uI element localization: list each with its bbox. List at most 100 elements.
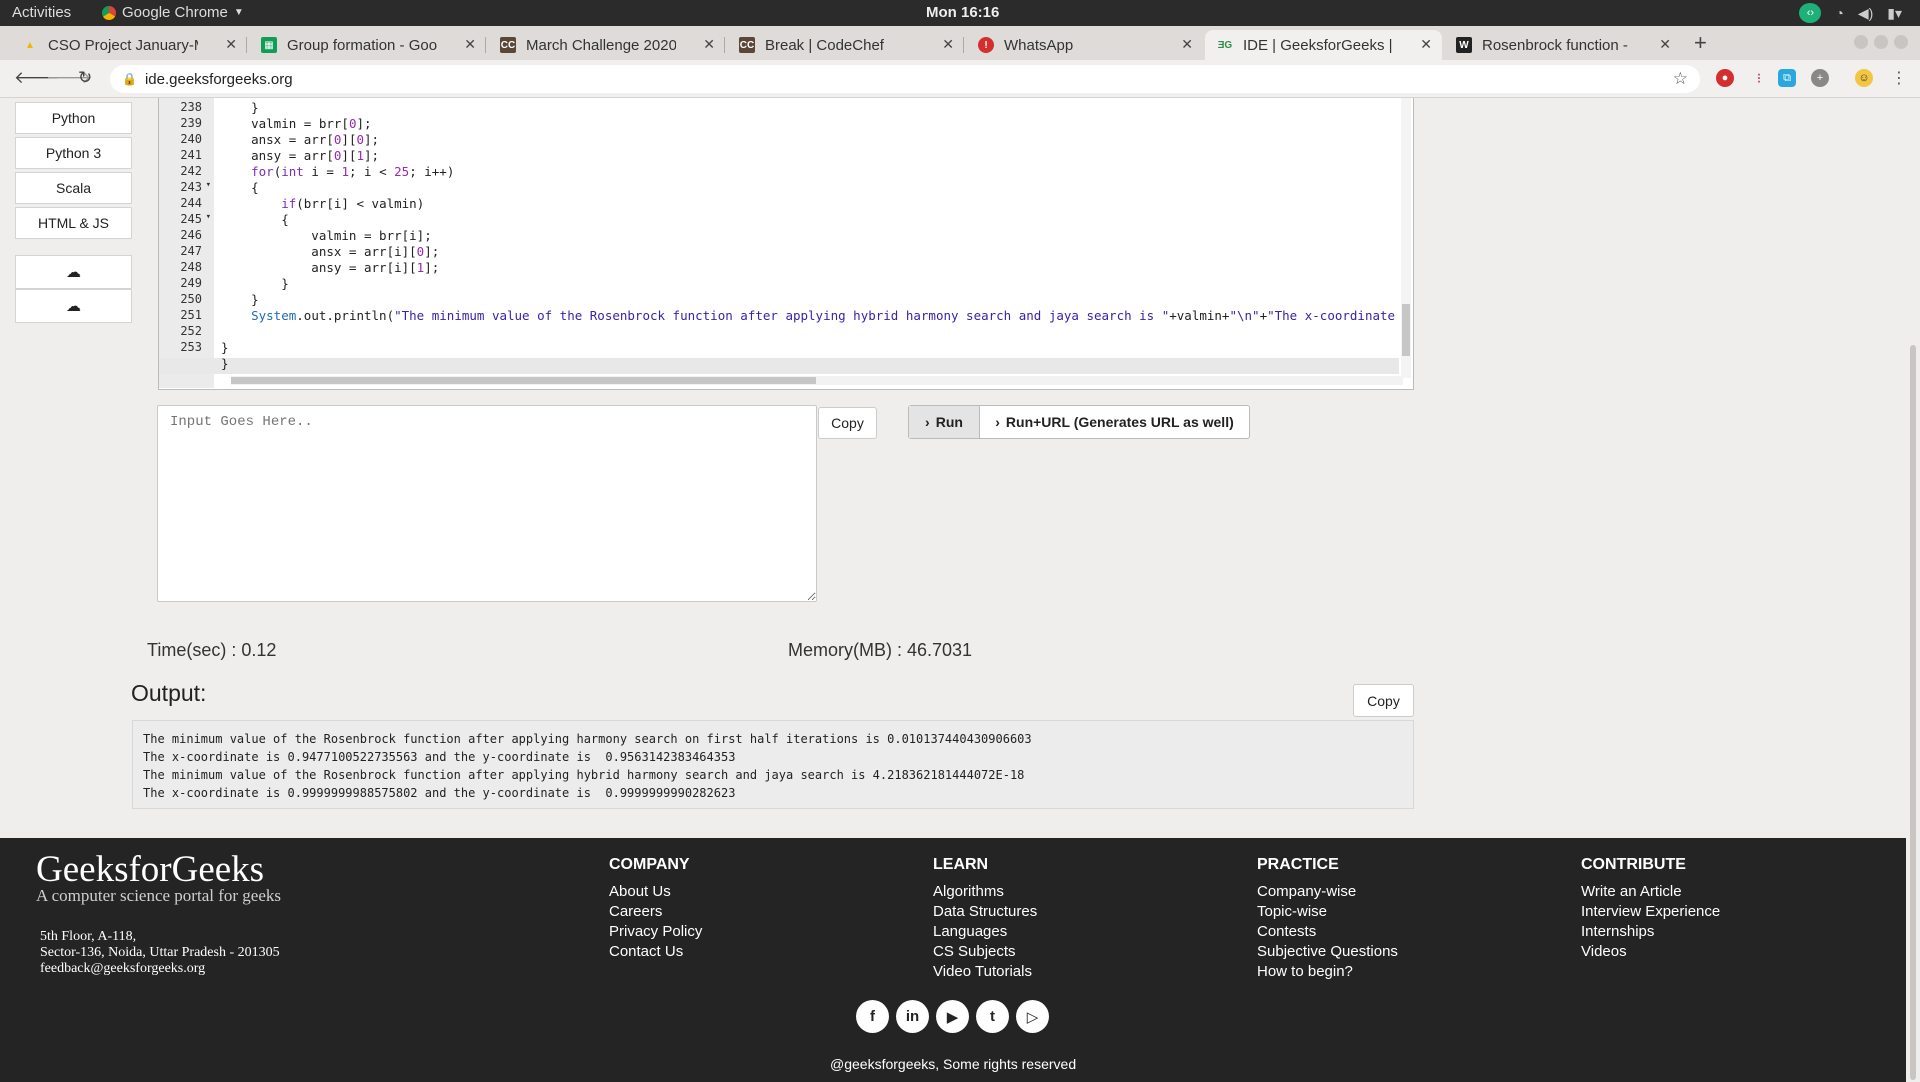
footer-link[interactable]: Interview Experience [1581,902,1720,922]
code-line[interactable]: ansx = arr[0][0]; [221,132,379,148]
footer-link[interactable]: Data Structures [933,902,1037,922]
horizontal-scrollbar[interactable] [231,376,1403,385]
tab-group-formation[interactable]: ▦ Group formation - Google Sheets ✕ [249,30,486,60]
footer-link[interactable]: Careers [609,902,702,922]
twitter-icon[interactable]: t [976,1000,1009,1033]
tab-break-codechef[interactable]: CC Break | CodeChef ✕ [727,30,964,60]
lang-python3-button[interactable]: Python 3 [15,137,132,169]
url-text[interactable]: ide.geeksforgeeks.org [145,71,293,88]
scrollbar-thumb[interactable] [1402,304,1410,356]
code-line[interactable]: } [221,340,229,356]
code-line[interactable]: valmin = brr[0]; [221,116,371,132]
youtube-icon[interactable]: ▷ [1016,1000,1049,1033]
footer-link[interactable]: Subjective Questions [1257,942,1398,962]
code-line[interactable]: { [221,212,289,228]
footer-link[interactable]: Privacy Policy [609,922,702,942]
wifi-icon: ◔ [1835,5,1844,21]
new-tab-button[interactable]: + [1694,30,1707,56]
extension-icon[interactable]: ⁝ [1750,69,1768,87]
tab-march-challenge[interactable]: CC March Challenge 2020 Division ✕ [488,30,725,60]
network-share-icon[interactable]: ‹› [1799,3,1822,23]
code-line[interactable]: ansy = arr[i][1]; [221,260,439,276]
close-icon[interactable]: ✕ [225,36,237,53]
close-icon[interactable]: ✕ [464,36,476,53]
close-icon[interactable]: ✕ [1181,36,1193,53]
footer-link[interactable]: Videos [1581,942,1720,962]
extension-icon[interactable]: ⧉ [1778,69,1796,87]
clock[interactable]: Mon 16:16 [926,4,999,21]
footer-link[interactable]: Write an Article [1581,882,1720,902]
run-url-button[interactable]: › Run+URL (Generates URL as well) [980,406,1249,438]
close-icon[interactable]: ✕ [1659,36,1671,53]
app-menu[interactable]: Google Chrome ▼ [102,4,244,21]
code-area[interactable]: } valmin = brr[0]; ansx = arr[0][0]; ans… [221,98,1401,388]
code-line[interactable]: if(brr[i] < valmin) [221,196,424,212]
extension-icon[interactable]: ● [1716,69,1734,87]
footer-logo[interactable]: GeeksforGeeks [36,848,264,891]
code-line[interactable]: System.out.println("The minimum value of… [221,308,1401,324]
code-editor[interactable]: 238 239 240 241 242 243 244 245 246 247 … [158,98,1414,390]
vertical-scrollbar[interactable] [1401,98,1411,378]
play-store-icon[interactable]: ▶ [936,1000,969,1033]
line-number[interactable]: 245 [180,212,210,226]
footer-link[interactable]: Internships [1581,922,1720,942]
output-box[interactable]: The minimum value of the Rosenbrock func… [132,720,1414,809]
tab-rosenbrock-wiki[interactable]: W Rosenbrock function - Wikipedia ✕ [1444,30,1681,60]
copy-input-button[interactable]: Copy [818,407,877,439]
close-icon[interactable]: ✕ [1420,36,1432,53]
line-number[interactable]: 243 [180,180,210,194]
stdin-input[interactable] [157,405,817,602]
tab-whatsapp[interactable]: ! WhatsApp ✕ [966,30,1203,60]
facebook-icon[interactable]: f [856,1000,889,1033]
menu-kebab-icon[interactable]: ⋮ [1890,69,1908,87]
code-line[interactable]: ansy = arr[0][1]; [221,148,379,164]
footer-link[interactable]: CS Subjects [933,942,1037,962]
close-icon[interactable]: ✕ [942,36,954,53]
code-line[interactable]: ansx = arr[i][0]; [221,244,439,260]
code-line[interactable]: } [221,276,289,292]
code-line[interactable]: { [221,180,259,196]
footer-link[interactable]: How to begin? [1257,962,1398,982]
tab-title: CSO Project January-May [48,36,198,54]
feedback-email-link[interactable]: feedback@geeksforgeeks.org [40,961,280,977]
footer-link[interactable]: About Us [609,882,702,902]
page-scrollbar[interactable] [1906,98,1920,1080]
tab-cso-project[interactable]: ▲ CSO Project January-May ✕ [10,30,247,60]
footer-link[interactable]: Topic-wise [1257,902,1398,922]
code-line[interactable]: valmin = brr[i]; [221,228,431,244]
scrollbar-thumb[interactable] [1910,345,1916,1080]
lang-scala-button[interactable]: Scala [15,172,132,204]
minimize-button[interactable] [1854,35,1868,49]
footer-link[interactable]: Company-wise [1257,882,1398,902]
code-line[interactable]: for(int i = 1; i < 25; i++) [221,164,454,180]
footer-link[interactable]: Video Tutorials [933,962,1037,982]
maximize-button[interactable] [1874,35,1888,49]
footer-link[interactable]: Algorithms [933,882,1037,902]
lock-icon[interactable]: 🔒 [122,72,137,86]
footer-link[interactable]: Contact Us [609,942,702,962]
activities-button[interactable]: Activities [12,4,71,21]
run-button[interactable]: › Run [909,406,980,438]
code-line[interactable]: } [221,292,259,308]
footer-link[interactable]: Languages [933,922,1037,942]
close-window-button[interactable] [1894,35,1908,49]
scrollbar-thumb[interactable] [231,377,816,384]
close-icon[interactable]: ✕ [703,36,715,53]
url-bar[interactable]: 🔒 ide.geeksforgeeks.org ☆ [110,65,1700,93]
tab-gfg-ide[interactable]: ƎG IDE | GeeksforGeeks | A computer scie… [1205,30,1442,60]
system-tray[interactable]: ‹› ◔ ◀) ▮▾ [1799,3,1902,23]
lang-python-button[interactable]: Python [15,102,132,134]
extension-icon[interactable]: + [1811,69,1829,87]
reload-icon[interactable]: ↻ [78,68,92,88]
linkedin-icon[interactable]: in [896,1000,929,1033]
lang-html-js-button[interactable]: HTML & JS [15,207,132,239]
copy-output-button[interactable]: Copy [1353,684,1414,717]
code-line[interactable]: } [221,356,229,372]
download-button[interactable]: ☁ [15,289,132,323]
bookmark-star-icon[interactable]: ☆ [1673,69,1688,89]
alert-icon: ! [978,37,994,53]
profile-avatar[interactable]: ☺ [1855,69,1873,87]
code-line[interactable]: } [221,100,259,116]
upload-button[interactable]: ☁ [15,255,132,289]
footer-link[interactable]: Contests [1257,922,1398,942]
